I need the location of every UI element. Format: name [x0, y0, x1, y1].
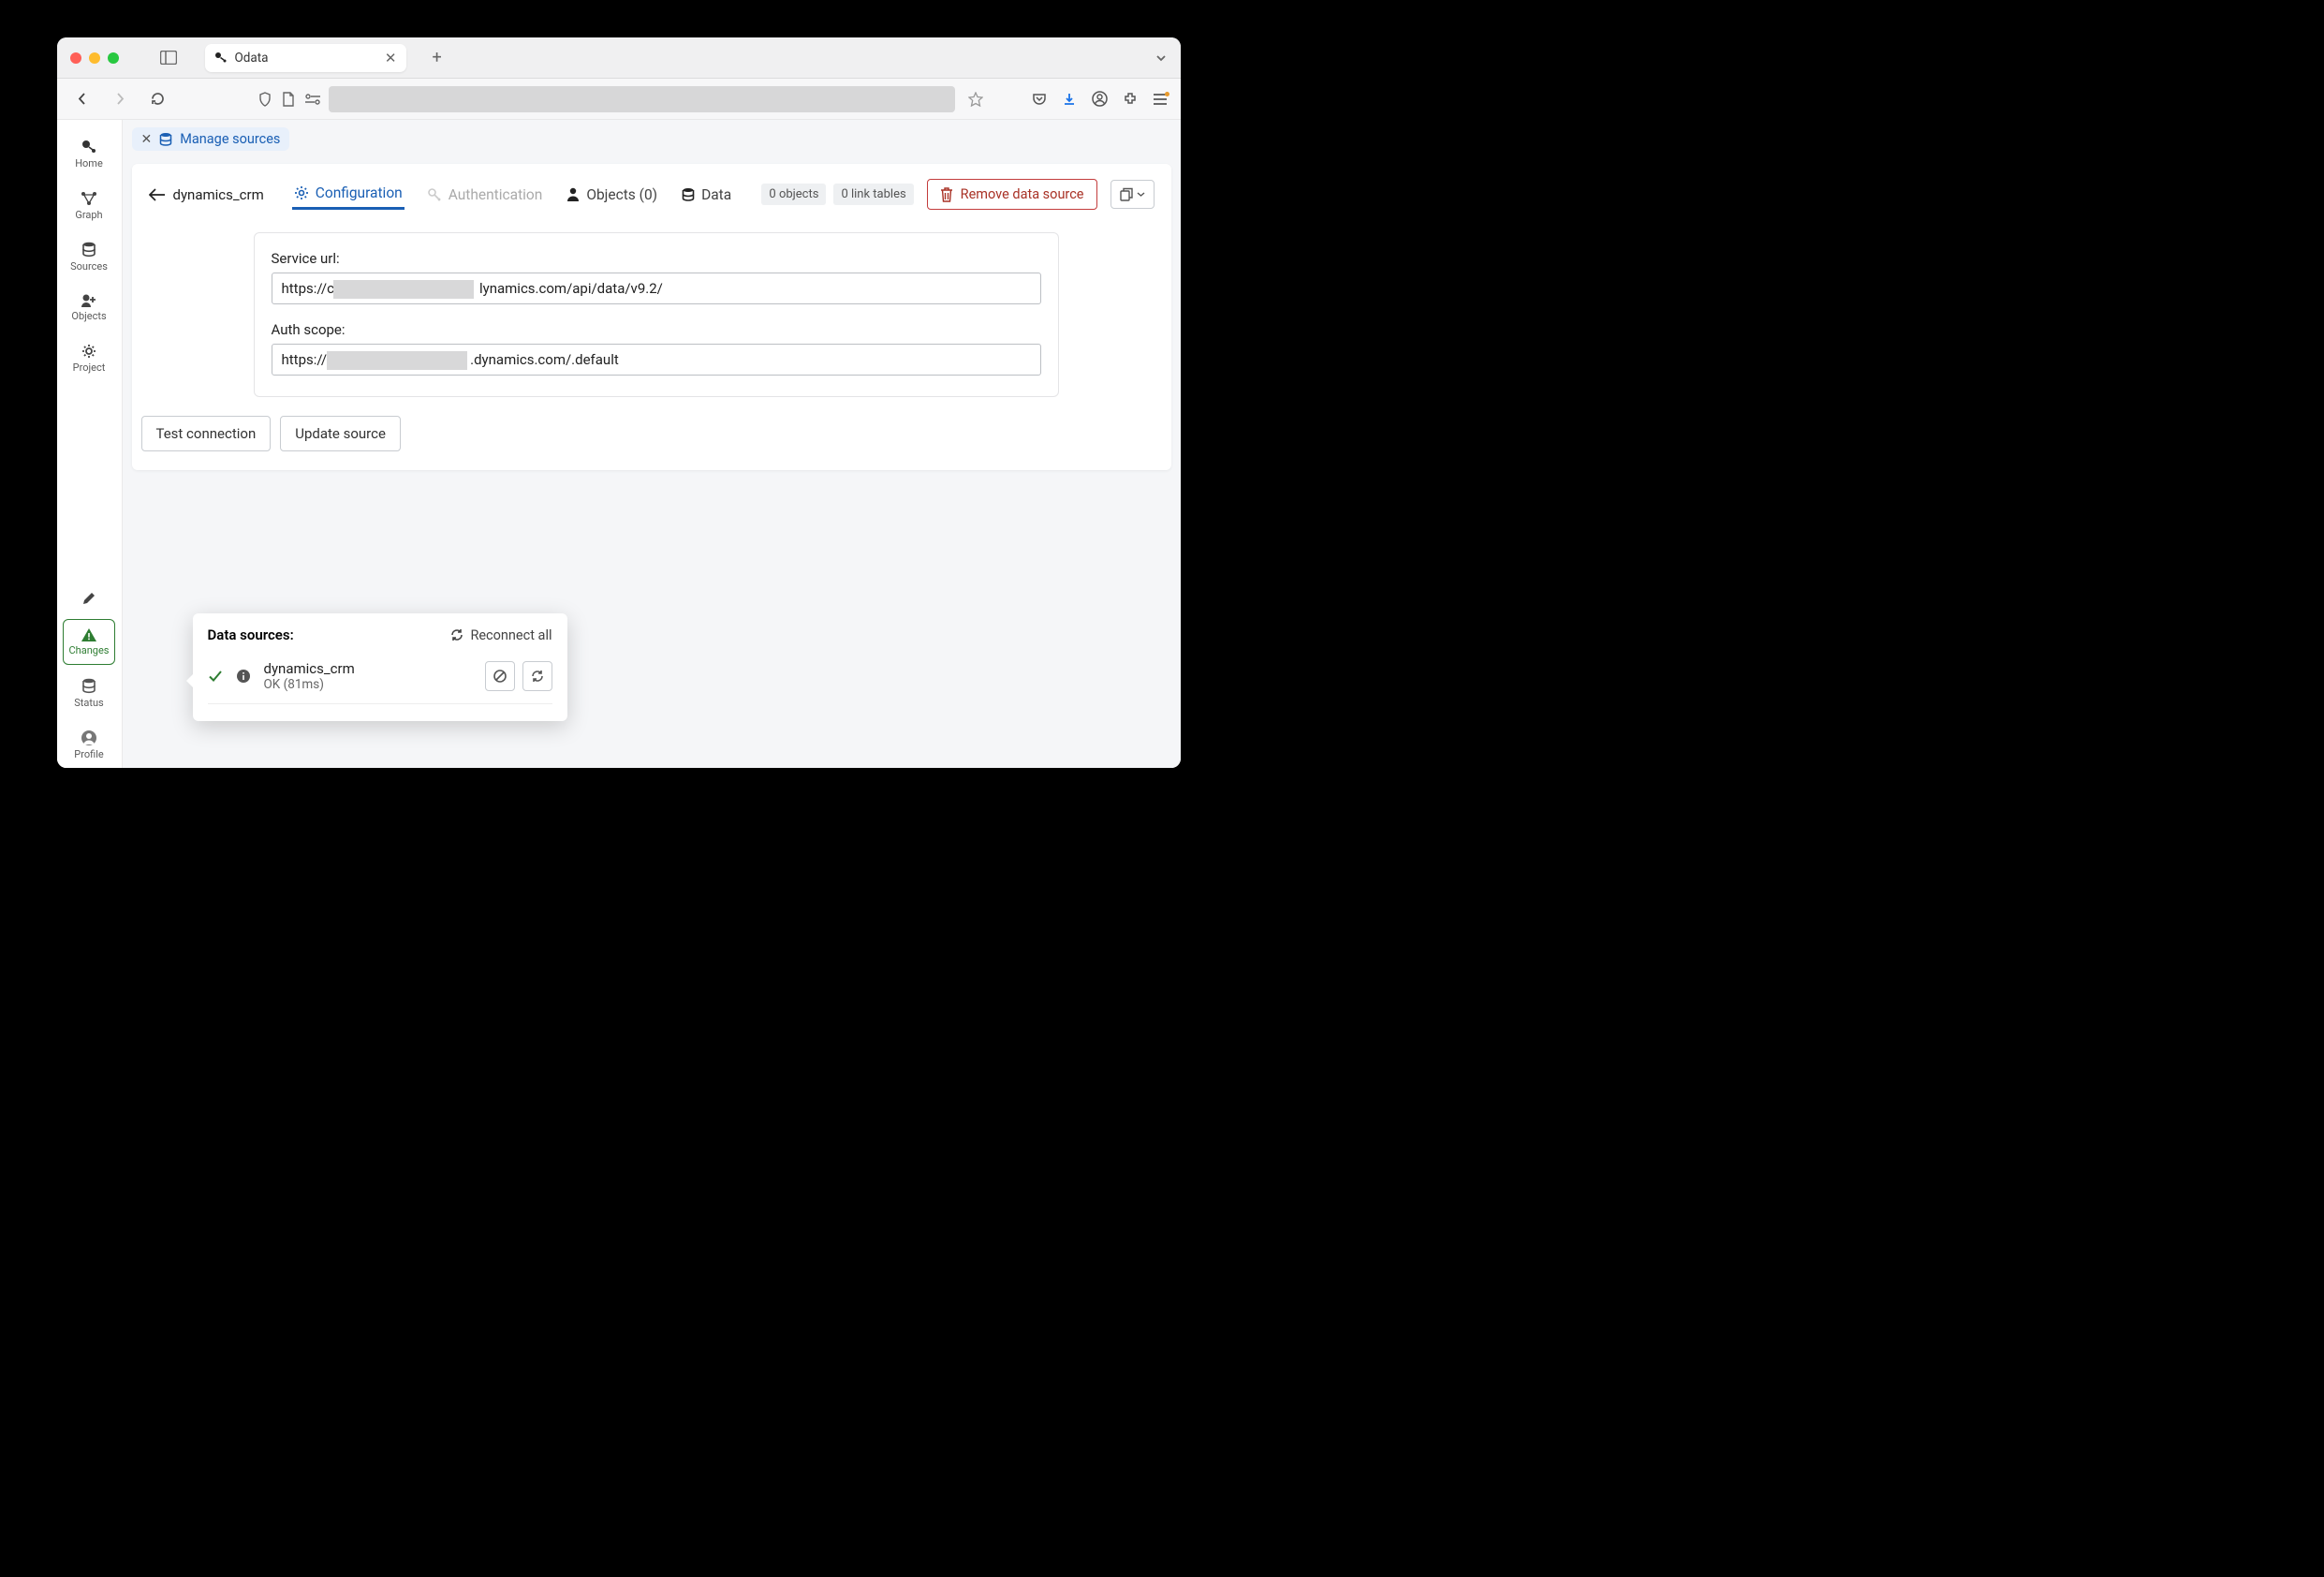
sidebar-item-status[interactable]: Status: [63, 671, 115, 716]
tab-label: Objects (0): [586, 186, 657, 203]
update-source-button[interactable]: Update source: [280, 416, 401, 451]
tab-title: Odata: [235, 51, 269, 66]
sidebar-item-label: Status: [74, 697, 103, 709]
status-popup: Data sources: Reconnect all dynamics_crm…: [193, 613, 567, 721]
sidebar-toggle-icon[interactable]: [158, 48, 179, 68]
back-button[interactable]: [70, 86, 96, 112]
address-bar-area: [257, 86, 983, 112]
sidebar-item-label: Home: [75, 157, 103, 169]
app-sidebar: Home Graph Sources Objects Project: [57, 120, 123, 768]
sidebar-item-label: Graph: [75, 209, 102, 221]
info-icon[interactable]: [236, 669, 251, 684]
titlebar: Odata ✕ +: [57, 37, 1181, 79]
tab-label: Data: [701, 186, 731, 203]
tab-configuration[interactable]: Configuration: [292, 179, 404, 210]
datasource-actions: [485, 661, 552, 691]
toolbar-right-icons: [1032, 91, 1168, 107]
close-window-icon[interactable]: [70, 52, 81, 64]
popup-title: Data sources:: [208, 626, 294, 643]
browser-toolbar: [57, 79, 1181, 120]
sidebar-item-profile[interactable]: Profile: [63, 722, 115, 768]
sidebar-item-label: Objects: [71, 310, 106, 322]
url-input[interactable]: [329, 86, 955, 112]
sidebar-item-label: Profile: [74, 748, 103, 760]
copy-dropdown-button[interactable]: [1111, 180, 1155, 209]
reconnect-label: Reconnect all: [470, 627, 552, 643]
test-connection-button[interactable]: Test connection: [141, 416, 272, 451]
link-tables-badge: 0 link tables: [833, 184, 913, 205]
tab-authentication[interactable]: Authentication: [425, 181, 545, 209]
traffic-lights: [70, 52, 119, 64]
maximize-window-icon[interactable]: [108, 52, 119, 64]
auth-scope-input[interactable]: https:// .dynamics.com/.default: [272, 344, 1041, 376]
remove-label: Remove data source: [961, 186, 1084, 202]
forward-button[interactable]: [108, 86, 134, 112]
reload-button[interactable]: [145, 86, 171, 112]
browser-window: Odata ✕ +: [57, 37, 1181, 768]
database-icon: [159, 132, 172, 147]
panel-header: dynamics_crm Configuration Authenticatio…: [132, 164, 1171, 210]
extensions-icon[interactable]: [1123, 92, 1138, 107]
shield-icon[interactable]: [257, 92, 272, 107]
check-icon: [208, 669, 223, 684]
masked-segment: [333, 280, 474, 299]
sidebar-item-sources[interactable]: Sources: [63, 234, 115, 280]
bookmark-star-icon[interactable]: [968, 92, 983, 107]
sidebar-item-label: Changes: [69, 644, 110, 656]
tabs-dropdown-icon[interactable]: [1155, 52, 1168, 65]
back-to-source-link[interactable]: dynamics_crm: [149, 186, 264, 203]
tab-label: Authentication: [449, 186, 543, 203]
tab-close-icon[interactable]: ✕: [385, 50, 397, 66]
document-icon[interactable]: [282, 92, 295, 107]
tab-data[interactable]: Data: [680, 181, 733, 209]
refresh-button[interactable]: [522, 661, 552, 691]
datasource-row: dynamics_crm OK (81ms): [208, 651, 552, 704]
breadcrumb-label: Manage sources: [180, 131, 280, 147]
breadcrumb-close-icon[interactable]: ✕: [141, 132, 153, 147]
sidebar-item-edit[interactable]: [63, 583, 115, 613]
sidebar-item-objects[interactable]: Objects: [63, 286, 115, 330]
popup-header: Data sources: Reconnect all: [208, 626, 552, 643]
sidebar-item-home[interactable]: Home: [63, 131, 115, 177]
tab-label: Configuration: [316, 184, 403, 201]
address-icons: [257, 92, 321, 107]
breadcrumb-bar: ✕ Manage sources: [123, 120, 1181, 158]
page-tabs: Configuration Authentication Objects (0): [292, 179, 733, 210]
form-buttons: Test connection Update source: [141, 416, 1171, 451]
masked-segment: [327, 351, 467, 370]
minimize-window-icon[interactable]: [89, 52, 100, 64]
config-form: Service url: https://c lynamics.com/api/…: [254, 232, 1059, 397]
downloads-icon[interactable]: [1062, 92, 1077, 107]
browser-tab[interactable]: Odata ✕: [205, 44, 406, 72]
remove-source-button[interactable]: Remove data source: [927, 179, 1097, 210]
datasource-name: dynamics_crm: [264, 660, 355, 677]
datasource-status: OK (81ms): [264, 677, 355, 692]
sidebar-item-label: Sources: [70, 260, 108, 273]
objects-count-badge: 0 objects: [761, 184, 826, 205]
tab-favicon-icon: [214, 52, 228, 65]
auth-scope-label: Auth scope:: [272, 321, 1041, 338]
datasource-text: dynamics_crm OK (81ms): [264, 660, 355, 692]
service-url-input[interactable]: https://c lynamics.com/api/data/v9.2/: [272, 273, 1041, 304]
app-main: Home Graph Sources Objects Project: [57, 120, 1181, 768]
content-area: ✕ Manage sources dynamics_crm Configurat…: [123, 120, 1181, 768]
breadcrumb-chip[interactable]: ✕ Manage sources: [132, 127, 290, 151]
tab-objects[interactable]: Objects (0): [565, 181, 659, 209]
sidebar-item-graph[interactable]: Graph: [63, 183, 115, 228]
pocket-icon[interactable]: [1032, 92, 1047, 107]
hamburger-menu-icon[interactable]: [1153, 93, 1168, 106]
sidebar-item-changes[interactable]: Changes: [63, 619, 115, 665]
new-tab-icon[interactable]: +: [433, 48, 442, 67]
disable-button[interactable]: [485, 661, 515, 691]
sidebar-item-label: Project: [73, 361, 106, 374]
reconnect-all-button[interactable]: Reconnect all: [449, 627, 552, 643]
permissions-icon[interactable]: [304, 94, 321, 105]
sidebar-item-project[interactable]: Project: [63, 335, 115, 381]
config-panel: dynamics_crm Configuration Authenticatio…: [132, 164, 1171, 470]
source-name: dynamics_crm: [173, 186, 264, 203]
header-badges: 0 objects 0 link tables Remove data sour…: [761, 179, 1154, 210]
service-url-label: Service url:: [272, 250, 1041, 267]
account-icon[interactable]: [1092, 91, 1108, 107]
